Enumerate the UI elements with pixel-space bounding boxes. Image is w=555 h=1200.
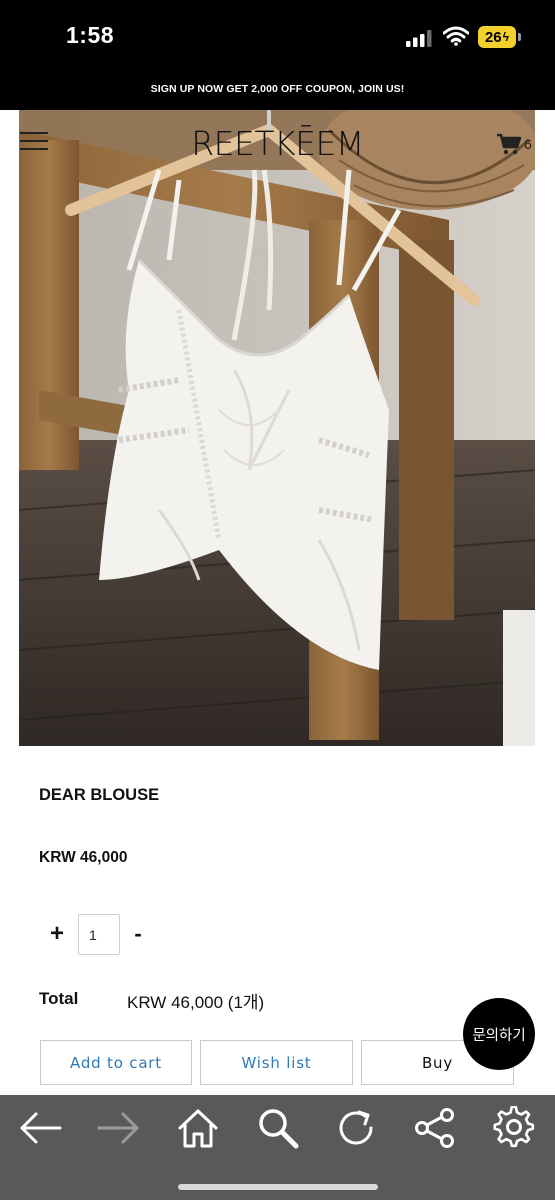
- cart-icon: [497, 133, 522, 155]
- status-bar: 1:58 26 ϟ: [0, 0, 555, 72]
- settings-icon: [493, 1106, 535, 1148]
- inquiry-button[interactable]: 문의하기: [463, 998, 535, 1070]
- share-button[interactable]: [410, 1103, 460, 1153]
- home-indicator[interactable]: [178, 1184, 378, 1190]
- total-value: KRW 46,000 (1개): [127, 993, 265, 1012]
- forward-button[interactable]: [94, 1103, 144, 1153]
- reload-icon: [339, 1110, 373, 1145]
- status-time: 1:58: [66, 22, 115, 48]
- search-icon: [259, 1109, 299, 1149]
- cart-button[interactable]: 6: [496, 132, 542, 156]
- settings-button[interactable]: [490, 1103, 540, 1153]
- quantity-input[interactable]: [78, 914, 120, 955]
- home-button[interactable]: [173, 1103, 223, 1153]
- share-icon: [415, 1108, 454, 1148]
- battery-icon: 26 ϟ: [478, 26, 516, 48]
- total-label: Total: [39, 989, 79, 1008]
- quantity-decrease-button[interactable]: -: [128, 921, 148, 947]
- wish-list-button[interactable]: Wish list: [200, 1040, 353, 1085]
- cart-count: 6: [524, 136, 532, 152]
- forward-arrow-icon: [97, 1112, 139, 1144]
- product-photo: [19, 110, 535, 746]
- search-button[interactable]: [253, 1103, 303, 1153]
- brand-logo[interactable]: REETKĒEM: [0, 124, 555, 163]
- add-to-cart-button[interactable]: Add to cart: [40, 1040, 192, 1085]
- product-name: DEAR BLOUSE: [39, 786, 160, 804]
- product-image[interactable]: [19, 110, 535, 746]
- back-button[interactable]: [15, 1103, 65, 1153]
- wifi-icon: [443, 26, 469, 46]
- back-arrow-icon: [20, 1112, 62, 1144]
- promo-banner[interactable]: SIGN UP NOW GET 2,000 OFF COUPON, JOIN U…: [0, 72, 555, 110]
- reload-button[interactable]: [331, 1103, 381, 1153]
- battery-nub: [518, 33, 521, 41]
- quantity-increase-button[interactable]: +: [46, 921, 68, 947]
- product-price: KRW 46,000: [39, 849, 128, 866]
- home-icon: [178, 1109, 218, 1148]
- signal-icon: [406, 30, 432, 47]
- battery-level: 26: [484, 28, 502, 46]
